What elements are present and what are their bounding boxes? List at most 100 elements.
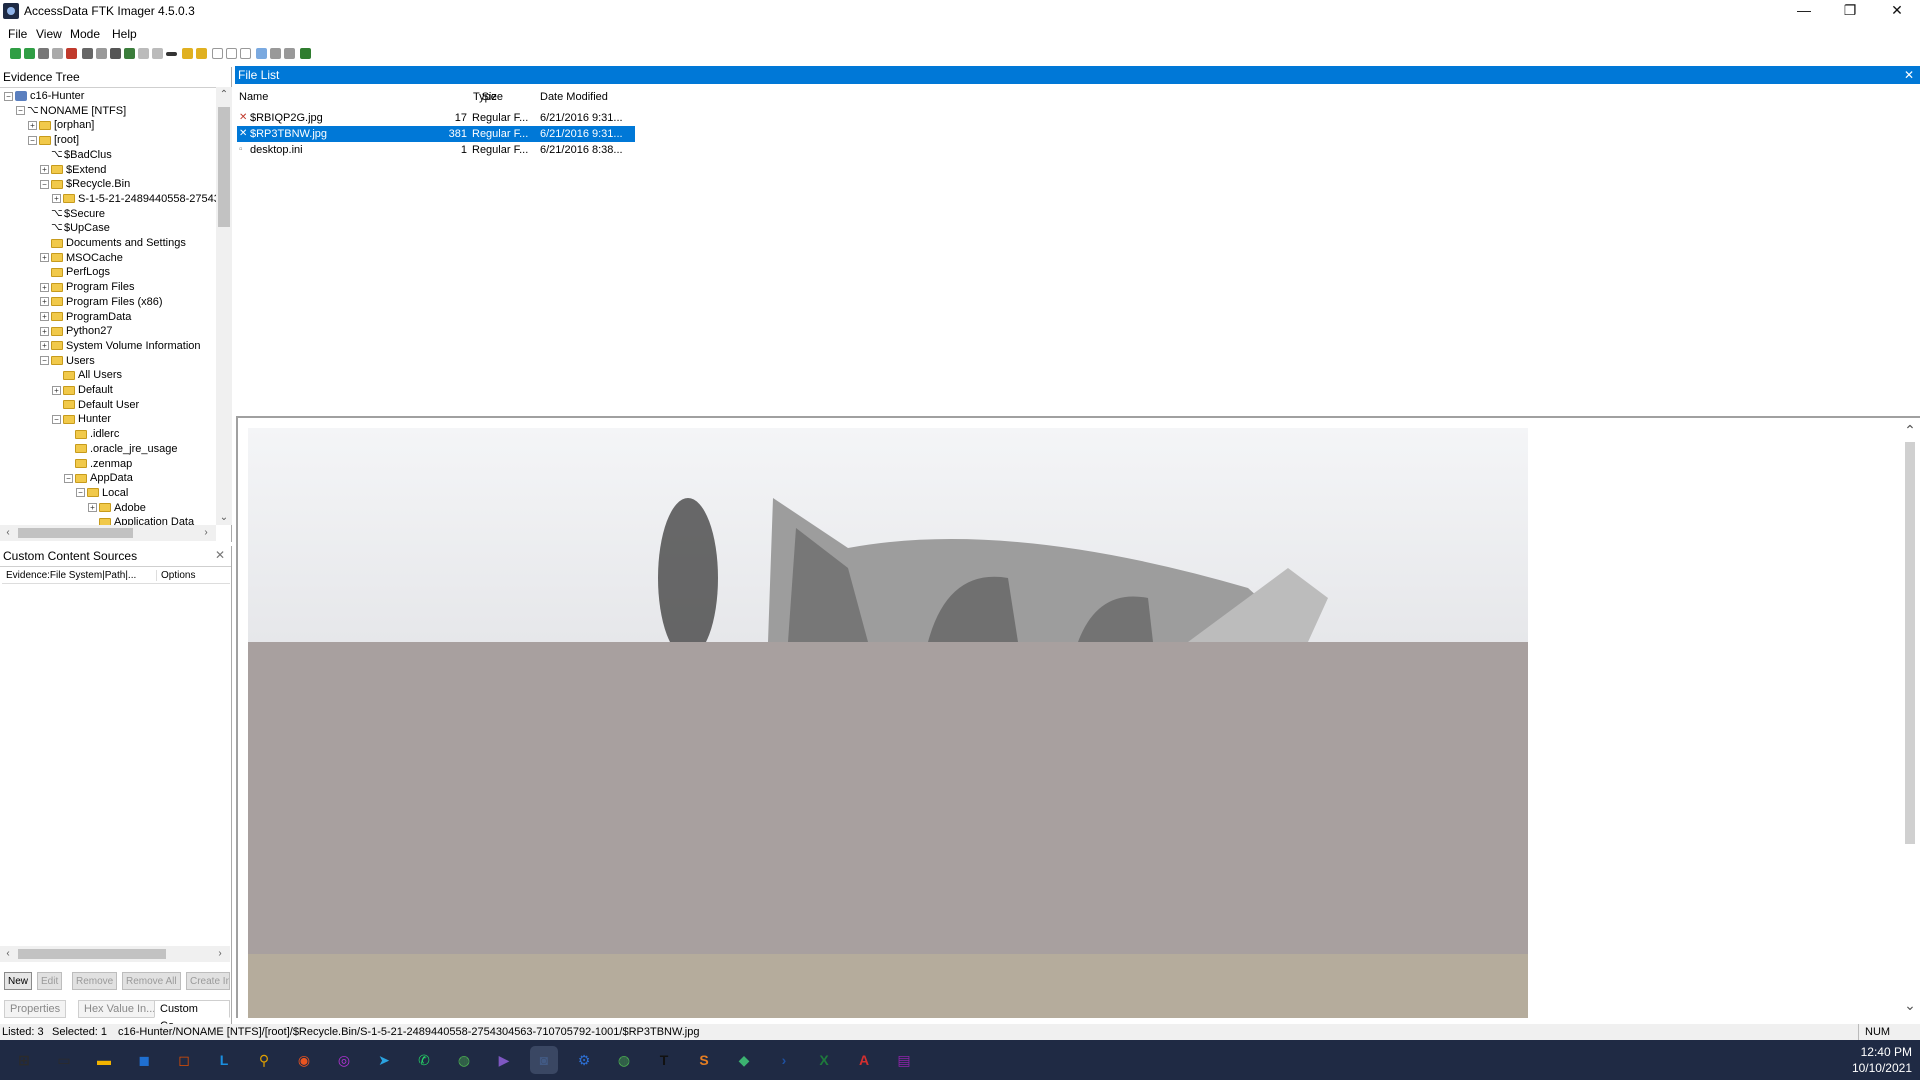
detect-efs-icon[interactable] [138,48,149,59]
system-tray-clock[interactable]: 12:40 PM 10/10/2021 [1852,1044,1912,1076]
expand-icon[interactable]: + [40,312,49,322]
tree-item[interactable]: + S-1-5-21-2489440558-27543 [52,192,216,206]
viewer-vscroll[interactable]: ⌃ ⌄ [1902,418,1918,1018]
scroll-left-icon[interactable]: ‹ [0,527,16,538]
tree-item[interactable]: + Python27 [40,324,112,338]
close-icon[interactable]: ✕ [1904,66,1914,84]
col-name[interactable]: Name [239,91,268,103]
tree-item[interactable]: Application Data [88,515,194,525]
file-row[interactable]: ✕ $RBIQP2G.jpg 17 Regular F... 6/21/2016 9:3… [237,110,635,126]
tree-item[interactable]: .idlerc [64,427,119,441]
tree-item[interactable]: + Default [52,383,113,397]
expand-icon[interactable]: + [28,120,37,130]
expand-icon[interactable]: + [88,503,97,513]
expand-icon[interactable]: + [40,253,49,263]
image-mounting-icon[interactable] [38,48,49,59]
tree-item[interactable]: + Program Files (x86) [40,295,163,309]
menu-view[interactable]: View [36,27,62,41]
tree-item[interactable]: + [orphan] [28,118,94,132]
tree-item[interactable]: + MSOCache [40,251,123,265]
tree-item[interactable]: ⌥$BadClus [40,148,112,162]
winrar-icon[interactable]: ▤ [890,1046,918,1074]
tree-item[interactable]: All Users [52,368,122,382]
obtain-protected-files-icon[interactable] [124,48,135,59]
expand-icon[interactable]: + [52,385,61,395]
tree-item[interactable]: ⌥$Secure [40,207,105,221]
start-icon[interactable]: ⊞ [10,1046,38,1074]
expand-icon[interactable]: + [40,282,49,292]
close-button[interactable]: ✕ [1874,0,1920,22]
tree-item[interactable]: − Local [76,486,128,500]
capture-memory-icon[interactable] [110,48,121,59]
collapse-icon[interactable]: − [40,356,49,366]
chrome-icon[interactable]: ◍ [450,1046,478,1074]
expand-icon[interactable]: + [40,341,49,351]
menu-help[interactable]: Help [112,27,137,41]
col-date-modified[interactable]: Date Modified [540,91,608,103]
minimize-button[interactable]: — [1781,0,1827,22]
create-custom-content-icon[interactable] [196,48,207,59]
collapse-icon[interactable]: − [52,414,61,424]
remove-button[interactable]: Remove [72,972,118,990]
tree-item[interactable]: .zenmap [64,457,132,471]
powershell-icon[interactable]: › [770,1046,798,1074]
maximize-button[interactable]: ❐ [1827,0,1873,22]
tree-item[interactable]: Documents and Settings [40,236,186,250]
collapse-icon[interactable]: − [16,106,25,116]
collapse-icon[interactable]: − [76,488,85,498]
tree-item[interactable]: − AppData [64,471,133,485]
tree-item[interactable]: + Program Files [40,280,134,294]
scroll-thumb[interactable] [18,528,133,538]
expand-icon[interactable]: + [52,194,61,204]
office-icon[interactable]: ◻ [170,1046,198,1074]
expand-icon[interactable]: + [40,326,49,336]
task-view-icon[interactable]: ▭ [50,1046,78,1074]
tree-item[interactable]: − [root] [28,133,79,147]
tree-item[interactable]: ⌥$UpCase [40,221,110,235]
libreoffice-icon[interactable]: L [210,1046,238,1074]
media-player-icon[interactable]: ▶ [490,1046,518,1074]
messenger-icon[interactable]: ◎ [330,1046,358,1074]
store-icon[interactable]: ◼ [130,1046,158,1074]
create-image-button[interactable]: Create In [186,972,230,990]
search-tool-icon[interactable]: ⚲ [250,1046,278,1074]
view-files-icon[interactable] [256,48,267,59]
custom-content-hscroll[interactable]: ‹ › [0,946,230,962]
expand-icon[interactable]: + [40,297,49,307]
scroll-thumb[interactable] [1905,442,1915,844]
expand-icon[interactable]: + [40,165,49,175]
export-hash-icon[interactable] [166,52,177,56]
tree-item[interactable]: Default User [52,398,139,412]
collapse-icon[interactable]: − [4,91,13,101]
auto-view-icon[interactable] [212,48,223,59]
collapse-icon[interactable]: − [64,473,73,483]
tab-custom-content[interactable]: Custom Co... [154,1000,230,1032]
tree-item[interactable]: + ProgramData [40,310,131,324]
col-type[interactable]: Type [473,91,497,103]
tree-item[interactable]: − ⌥NONAME [NTFS] [16,104,126,118]
scroll-thumb[interactable] [18,949,166,959]
add-evidence-icon[interactable] [10,48,21,59]
file-row[interactable]: ✕ $RP3TBNW.jpg 381 Regular F... 6/21/2016 9:… [237,126,635,142]
help-icon[interactable] [300,48,311,59]
scroll-right-icon[interactable]: › [198,527,214,538]
file-row[interactable]: ▫ desktop.ini 1 Regular F... 6/21/2016 8:38.… [237,142,635,158]
scroll-down-icon[interactable]: ⌄ [1902,997,1918,1014]
scroll-thumb[interactable] [218,107,230,227]
remove-evidence-icon[interactable] [52,48,63,59]
tab-hex-value-interpreter[interactable]: Hex Value In... [78,1000,162,1018]
tree-item[interactable]: .oracle_jre_usage [64,442,177,456]
excel-icon[interactable]: X [810,1046,838,1074]
tree-item[interactable]: − Hunter [52,412,111,426]
ubuntu-icon[interactable]: ◉ [290,1046,318,1074]
tab-properties[interactable]: Properties [4,1000,67,1018]
scroll-up-icon[interactable]: ⌃ [1902,422,1918,439]
col-evidence[interactable]: Evidence:File System|Path|... [6,570,136,581]
evidence-tree-hscroll[interactable]: ‹ › [0,525,216,541]
tree-item[interactable]: − $Recycle.Bin [40,177,130,191]
acrobat-icon[interactable]: A [850,1046,878,1074]
tree-item[interactable]: + $Extend [40,163,106,177]
tree-item[interactable]: − Users [40,354,95,368]
whatsapp-icon[interactable]: ✆ [410,1046,438,1074]
list-view-icon[interactable] [270,48,281,59]
